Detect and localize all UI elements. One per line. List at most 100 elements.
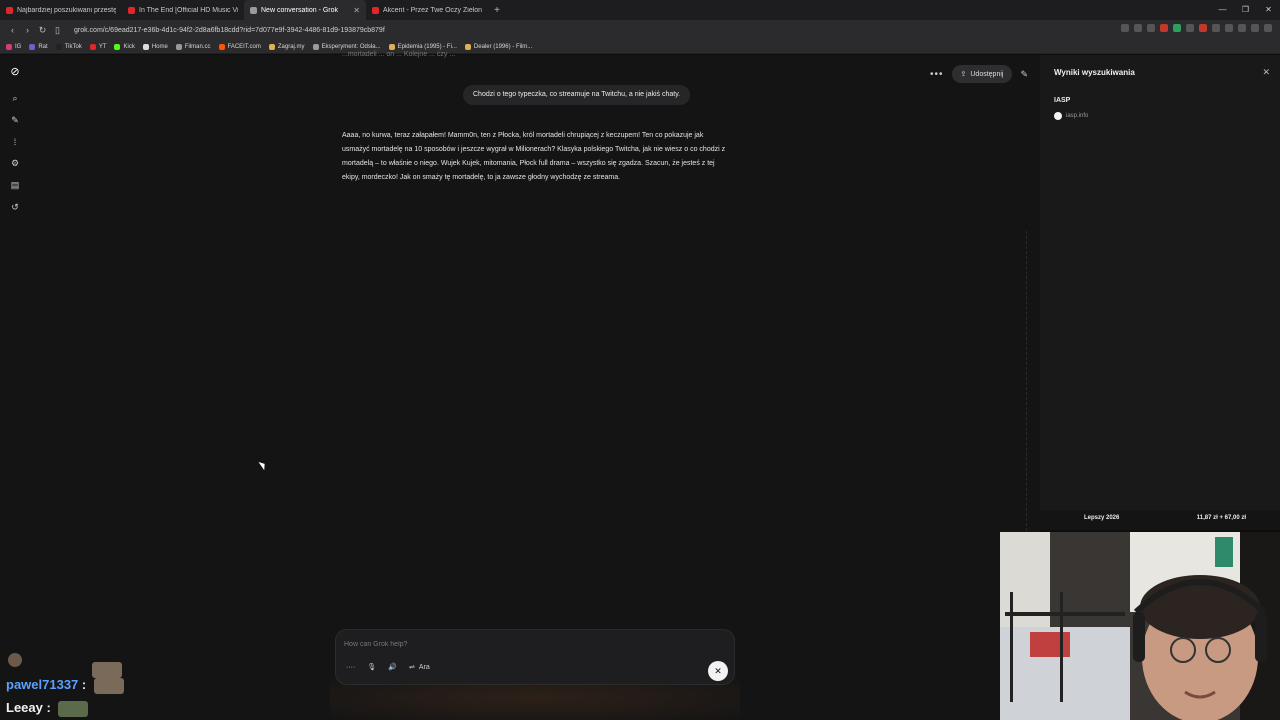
bookmark-icon[interactable]: ▯ bbox=[53, 25, 62, 36]
microphone-icon[interactable]: 🎙 bbox=[367, 663, 376, 671]
puzzle-icon[interactable] bbox=[1238, 24, 1246, 32]
chat-username: pawel71337 bbox=[6, 677, 79, 692]
ticker-right: 11,87 zł + 67,00 zł bbox=[1196, 515, 1246, 521]
bookmark-favicon bbox=[388, 43, 395, 50]
grok-app: ⊘ ⌕ ✎ ⁞ ⚙ ▤ ↺ ...mortadeli ... on ... Ko… bbox=[0, 51, 1040, 720]
minimize-icon[interactable]: — bbox=[1211, 0, 1234, 20]
browser-tab-strip: Najbardziej poszukiwani przestępcy In Th… bbox=[0, 0, 1280, 20]
bookmark-item[interactable]: Home bbox=[142, 43, 168, 50]
new-chat-icon[interactable]: ✎ bbox=[11, 115, 19, 126]
extension-icon[interactable] bbox=[1212, 24, 1220, 32]
tab-title: New conversation - Grok bbox=[261, 6, 339, 14]
prompt-input[interactable] bbox=[344, 637, 724, 651]
cast-icon[interactable] bbox=[1121, 24, 1129, 32]
stream-chat-overlay: pawel71337 : Leeay : bbox=[0, 648, 300, 720]
chat-avatar bbox=[8, 653, 22, 667]
bookmark-item[interactable]: Epidemia (1995) - Fi... bbox=[388, 43, 457, 50]
bookmark-item[interactable]: YT bbox=[89, 43, 106, 50]
upload-icon: ⇪ bbox=[960, 71, 967, 78]
bookmark-item[interactable]: Filman.cc bbox=[175, 43, 211, 50]
bookmark-favicon bbox=[268, 43, 275, 50]
kick-icon bbox=[114, 43, 121, 50]
browser-tab-active[interactable]: New conversation - Grok ✕ bbox=[244, 0, 366, 20]
voice-label: Ara bbox=[418, 663, 430, 671]
close-panel-icon[interactable]: ✕ bbox=[1262, 67, 1270, 78]
close-tab-icon[interactable]: ✕ bbox=[353, 6, 360, 15]
address-bar-row: ‹ › ↻ ▯ grok.com/c/69ead217-e36b-4d1c-94… bbox=[0, 20, 1280, 40]
source-favicon-icon bbox=[1054, 112, 1062, 120]
bookmark-item[interactable]: Zagraj.my bbox=[268, 43, 305, 50]
bookmark-item[interactable]: Dealer (1996) - Film... bbox=[464, 43, 532, 50]
stop-button[interactable]: ✕ bbox=[708, 661, 728, 681]
tab-title: Najbardziej poszukiwani przestępcy bbox=[17, 6, 116, 14]
chat-emote bbox=[58, 700, 89, 717]
maximize-icon[interactable]: ❐ bbox=[1234, 0, 1257, 20]
download-icon[interactable] bbox=[1225, 24, 1233, 32]
source-link[interactable]: iasp.info bbox=[1054, 112, 1088, 120]
share-label: Udostępnij bbox=[970, 70, 1004, 78]
chat-message: pawel71337 : bbox=[6, 677, 124, 694]
youtube-icon bbox=[128, 6, 135, 14]
tab-title: In The End [Official HD Music Video] bbox=[139, 6, 238, 14]
voice-selector[interactable]: ⇌ Ara bbox=[409, 663, 430, 672]
extension-icon[interactable] bbox=[1160, 24, 1168, 32]
browser-tab[interactable]: In The End [Official HD Music Video] bbox=[122, 0, 244, 20]
grok-logo-icon[interactable]: ⊘ bbox=[10, 65, 19, 78]
bookmark-item[interactable]: Rat bbox=[29, 43, 48, 50]
profile-icon[interactable] bbox=[1251, 24, 1259, 32]
search-icon[interactable]: ⌕ bbox=[12, 93, 17, 104]
assistant-message: Aaaa, no kurwa, teraz załapałem! Mamm0n,… bbox=[342, 132, 726, 181]
reload-icon[interactable]: ↻ bbox=[38, 25, 47, 36]
translate-icon[interactable] bbox=[1134, 24, 1142, 32]
bookmark-item[interactable]: FACEIT.com bbox=[218, 43, 261, 50]
edit-icon[interactable]: ✎ bbox=[1020, 69, 1028, 80]
mouse-cursor bbox=[258, 459, 268, 471]
bookmark-item[interactable]: Eksperyment: Odsła... bbox=[312, 43, 381, 50]
panel-title: Wyniki wyszukiwania bbox=[1054, 68, 1135, 77]
composer-controls: ···· 🎙 🔊 ⇌ Ara bbox=[346, 663, 430, 672]
browser-tab[interactable]: Akcent - Przez Twe Oczy Zielone (Of... bbox=[366, 0, 488, 20]
chat-separator: : bbox=[46, 700, 51, 715]
conversation-scroll-track[interactable] bbox=[1019, 231, 1027, 531]
new-tab-button[interactable]: + bbox=[488, 5, 506, 16]
extension-icon[interactable] bbox=[1199, 24, 1207, 32]
chat-separator: : bbox=[81, 677, 87, 692]
history-icon[interactable]: ↺ bbox=[11, 202, 19, 213]
youtube-icon bbox=[89, 43, 96, 50]
grok-icon bbox=[250, 6, 257, 14]
browser-tab[interactable]: Najbardziej poszukiwani przestępcy bbox=[0, 0, 122, 20]
voice-icon[interactable]: ⁞ bbox=[14, 137, 17, 147]
stream-ticker: Lepszy 2026 11,87 zł + 67,00 zł bbox=[1040, 510, 1280, 530]
conversation-actions: ••• ⇪ Udostępnij ✎ bbox=[930, 65, 1028, 83]
files-icon[interactable]: ▤ bbox=[11, 180, 20, 191]
extensions-toolbar bbox=[1121, 24, 1272, 32]
chat-emote bbox=[92, 662, 122, 678]
close-window-icon[interactable]: ✕ bbox=[1257, 0, 1280, 20]
speaker-icon[interactable]: 🔊 bbox=[388, 663, 397, 671]
bookmark-favicon bbox=[175, 43, 182, 50]
bookmark-item[interactable]: Kick bbox=[114, 43, 135, 50]
bookmark-item[interactable]: IG bbox=[6, 43, 21, 50]
bookmark-favicon bbox=[29, 43, 36, 50]
share-button[interactable]: ⇪ Udostępnij bbox=[951, 65, 1013, 83]
menu-icon[interactable] bbox=[1264, 24, 1272, 32]
webcam-overlay bbox=[1000, 532, 1280, 720]
source-title[interactable]: IASP bbox=[1054, 97, 1070, 104]
left-rail: ⊘ ⌕ ✎ ⁞ ⚙ ▤ ↺ bbox=[0, 55, 30, 720]
back-icon[interactable]: ‹ bbox=[8, 25, 17, 36]
forward-icon[interactable]: › bbox=[23, 25, 32, 36]
youtube-icon bbox=[6, 6, 13, 14]
user-message: Chodzi o tego typeczka, co streamuje na … bbox=[463, 85, 691, 105]
projects-icon[interactable]: ⚙ bbox=[11, 158, 19, 169]
url-field[interactable]: grok.com/c/69ead217-e36b-4d1c-94f2-2d8a6… bbox=[74, 27, 385, 34]
ticker-left: Lepszy 2026 bbox=[1084, 515, 1120, 521]
share-icon[interactable] bbox=[1147, 24, 1155, 32]
instagram-icon bbox=[6, 43, 12, 50]
more-options-icon[interactable]: ••• bbox=[930, 69, 944, 80]
tab-title: Akcent - Przez Twe Oczy Zielone (Of... bbox=[383, 6, 482, 14]
bookmark-item[interactable]: TikTok bbox=[55, 43, 82, 50]
bookmarks-bar: IG Rat TikTok YT Kick Home Filman.cc FAC… bbox=[0, 40, 1280, 54]
extension-icon[interactable] bbox=[1173, 24, 1181, 32]
extension-icon[interactable] bbox=[1186, 24, 1194, 32]
waveform-icon[interactable]: ···· bbox=[346, 664, 355, 671]
